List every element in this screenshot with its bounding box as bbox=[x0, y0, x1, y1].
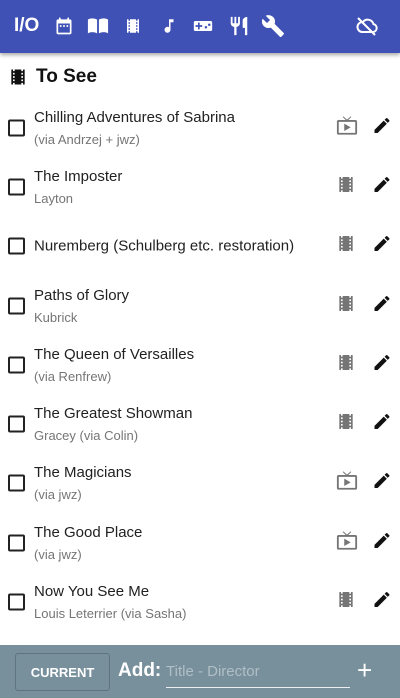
film-icon[interactable] bbox=[336, 411, 356, 438]
item-text: The Imposter Layton bbox=[34, 168, 122, 206]
item-text: Now You See Me Louis Leterrier (via Sash… bbox=[34, 583, 186, 621]
item-title: The Queen of Versailles bbox=[34, 345, 195, 363]
list-item: The Magicians (via jwz) bbox=[0, 454, 400, 513]
section-heading: To See bbox=[8, 66, 97, 88]
item-text: Nuremberg (Schulberg etc. restoration) bbox=[34, 238, 294, 255]
list-item: Now You See Me Louis Leterrier (via Sash… bbox=[0, 572, 400, 631]
film-icon[interactable] bbox=[336, 292, 356, 319]
edit-icon[interactable] bbox=[372, 412, 392, 437]
item-title: The Magicians bbox=[34, 464, 132, 482]
item-subtitle: Louis Leterrier (via Sasha) bbox=[34, 606, 187, 622]
film-icon[interactable] bbox=[336, 173, 356, 200]
tv-icon[interactable] bbox=[336, 470, 358, 497]
item-title: Chilling Adventures of Sabrina bbox=[34, 108, 235, 126]
item-title: The Imposter bbox=[34, 167, 123, 185]
film-icon[interactable] bbox=[124, 13, 142, 39]
item-subtitle: Gracey (via Colin) bbox=[34, 428, 139, 444]
edit-icon[interactable] bbox=[372, 293, 392, 318]
edit-icon[interactable] bbox=[372, 115, 392, 140]
top-app-bar: I/O bbox=[0, 0, 400, 53]
item-text: Paths of Glory Kubrick bbox=[34, 287, 129, 325]
item-subtitle: (via jwz) bbox=[34, 546, 82, 562]
item-subtitle: Kubrick bbox=[34, 309, 78, 325]
bottom-add-bar: CURRENT Add: + bbox=[0, 645, 400, 698]
list-item: The Imposter Layton bbox=[0, 157, 400, 216]
done-checkbox[interactable] bbox=[8, 415, 25, 433]
film-icon bbox=[11, 69, 25, 85]
list-item: The Good Place (via jwz) bbox=[0, 513, 400, 572]
watch-list: Chilling Adventures of Sabrina (via Andr… bbox=[0, 98, 400, 691]
io-tab[interactable]: I/O bbox=[14, 13, 39, 39]
done-checkbox[interactable] bbox=[8, 593, 25, 611]
item-text: The Queen of Versailles (via Renfrew) bbox=[34, 346, 194, 384]
add-button[interactable]: + bbox=[357, 655, 372, 686]
edit-icon[interactable] bbox=[372, 174, 392, 199]
item-subtitle: (via jwz) bbox=[34, 487, 82, 503]
book-icon[interactable] bbox=[86, 13, 110, 39]
film-icon[interactable] bbox=[336, 233, 356, 260]
item-text: Chilling Adventures of Sabrina (via Andr… bbox=[34, 109, 235, 147]
item-title: Nuremberg (Schulberg etc. restoration) bbox=[34, 237, 295, 255]
done-checkbox[interactable] bbox=[8, 297, 25, 315]
film-icon[interactable] bbox=[336, 589, 356, 616]
item-title: Paths of Glory bbox=[34, 286, 130, 304]
item-subtitle: (via Andrzej + jwz) bbox=[34, 131, 140, 147]
done-checkbox[interactable] bbox=[8, 356, 25, 374]
title-director-input[interactable] bbox=[166, 655, 350, 688]
tv-icon[interactable] bbox=[336, 114, 358, 141]
list-item: Nuremberg (Schulberg etc. restoration) bbox=[0, 217, 400, 276]
item-text: The Greatest Showman Gracey (via Colin) bbox=[34, 405, 192, 443]
list-item: Chilling Adventures of Sabrina (via Andr… bbox=[0, 98, 400, 157]
wrench-icon[interactable] bbox=[261, 13, 285, 39]
item-subtitle: Layton bbox=[34, 190, 74, 206]
done-checkbox[interactable] bbox=[8, 237, 25, 255]
item-subtitle: (via Renfrew) bbox=[34, 368, 112, 384]
tv-icon[interactable] bbox=[336, 529, 358, 556]
edit-icon[interactable] bbox=[372, 234, 392, 259]
edit-icon[interactable] bbox=[372, 530, 392, 555]
gamepad-icon[interactable] bbox=[191, 13, 215, 39]
done-checkbox[interactable] bbox=[8, 474, 25, 492]
list-item: Paths of Glory Kubrick bbox=[0, 276, 400, 335]
film-icon[interactable] bbox=[336, 351, 356, 378]
list-item: The Queen of Versailles (via Renfrew) bbox=[0, 335, 400, 394]
item-text: The Magicians (via jwz) bbox=[34, 464, 132, 502]
cloud-off-icon[interactable] bbox=[354, 13, 380, 39]
edit-icon[interactable] bbox=[372, 471, 392, 496]
add-label: Add: bbox=[118, 660, 162, 681]
current-button[interactable]: CURRENT bbox=[15, 653, 110, 691]
calendar-icon[interactable] bbox=[54, 13, 74, 39]
edit-icon[interactable] bbox=[372, 352, 392, 377]
item-title: The Good Place bbox=[34, 523, 143, 541]
item-title: Now You See Me bbox=[34, 583, 150, 601]
done-checkbox[interactable] bbox=[8, 534, 25, 552]
section-title: To See bbox=[36, 66, 97, 87]
restaurant-icon[interactable] bbox=[228, 13, 250, 39]
list-item: The Greatest Showman Gracey (via Colin) bbox=[0, 394, 400, 453]
music-icon[interactable] bbox=[160, 13, 178, 39]
item-title: The Greatest Showman bbox=[34, 405, 193, 423]
done-checkbox[interactable] bbox=[8, 178, 25, 196]
edit-icon[interactable] bbox=[372, 590, 392, 615]
done-checkbox[interactable] bbox=[8, 119, 25, 137]
item-text: The Good Place (via jwz) bbox=[34, 524, 142, 562]
